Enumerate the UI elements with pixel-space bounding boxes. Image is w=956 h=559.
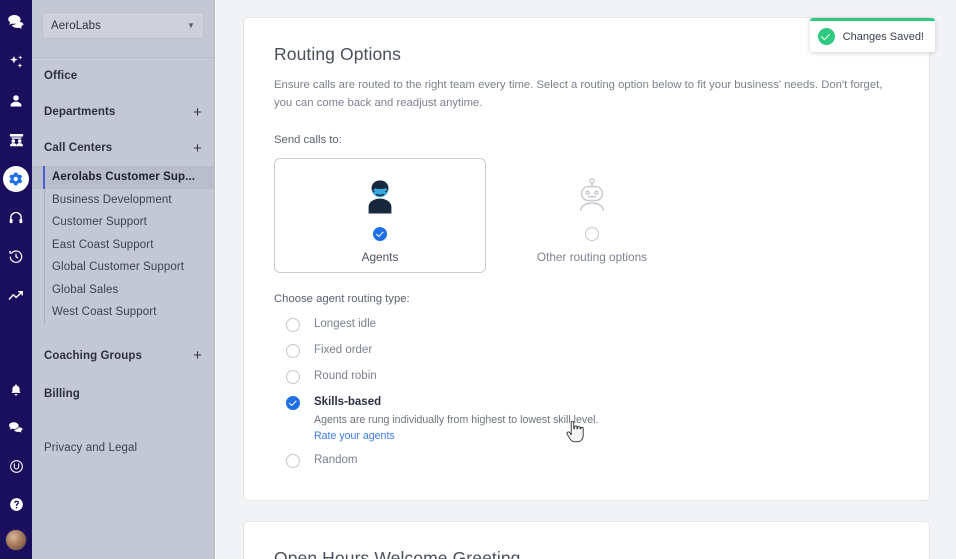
robot-bot-icon: [576, 175, 608, 219]
sidebar-item-office-label: Office: [44, 70, 78, 82]
ai-sparkle-icon[interactable]: [3, 49, 29, 75]
person-icon[interactable]: [3, 88, 29, 114]
sidebar-item-privacy-legal-label: Privacy and Legal: [44, 441, 138, 454]
sidebar-item-billing[interactable]: Billing: [32, 376, 214, 412]
call-center-name: East Coast Support: [52, 238, 154, 251]
rate-your-agents-link[interactable]: Rate your agents: [314, 430, 395, 442]
routing-type-longest-idle[interactable]: Longest idle: [274, 317, 899, 332]
list-item[interactable]: Business Development: [32, 188, 214, 212]
list-item[interactable]: Global Sales: [32, 278, 214, 302]
routing-tile-other-label: Other routing options: [536, 250, 648, 264]
routing-type-body: Random: [314, 453, 357, 467]
u-badge-icon[interactable]: [3, 453, 29, 479]
send-calls-to-label: Send calls to:: [274, 134, 342, 146]
routing-options-card: Routing Options Ensure calls are routed …: [243, 17, 930, 501]
toast-message: Changes Saved!: [842, 30, 924, 43]
org-switcher-bar: AeroLabs ▼: [32, 0, 214, 57]
routing-destination-tiles: Agents Other routing options: [274, 158, 899, 273]
check-circle-icon: [817, 28, 835, 45]
add-coaching-group-icon[interactable]: +: [193, 348, 202, 363]
agent-routing-type-radio-group: Longest idle Fixed order Round robin Ski…: [274, 317, 899, 468]
analytics-trend-icon[interactable]: [3, 283, 29, 309]
org-select-value: AeroLabs: [51, 19, 102, 32]
routing-type-description: Agents are rung individually from highes…: [314, 414, 599, 426]
routing-type-fixed-order[interactable]: Fixed order: [274, 343, 899, 358]
bell-icon[interactable]: [3, 377, 29, 403]
routing-type-label: Fixed order: [314, 344, 373, 356]
sidebar-item-call-centers[interactable]: Call Centers +: [32, 130, 214, 166]
routing-tile-agents[interactable]: Agents: [274, 158, 486, 273]
routing-type-radio[interactable]: [286, 370, 300, 384]
chevron-down-icon: ▼: [186, 21, 195, 30]
list-item[interactable]: West Coast Support: [32, 301, 214, 324]
org-select-dropdown[interactable]: AeroLabs ▼: [42, 12, 204, 39]
call-center-name: Aerolabs Customer Sup...: [52, 171, 195, 184]
sidebar-item-departments[interactable]: Departments +: [32, 94, 214, 130]
routing-type-label: Skills-based: [314, 396, 382, 408]
rail-top-group: [3, 10, 29, 309]
routing-card-description: Ensure calls are routed to the right tea…: [274, 79, 883, 109]
routing-type-round-robin[interactable]: Round robin: [274, 369, 899, 384]
logo-icon[interactable]: [3, 10, 29, 36]
user-avatar[interactable]: [5, 529, 27, 551]
list-item[interactable]: Aerolabs Customer Sup...: [32, 166, 214, 189]
help-icon[interactable]: [3, 491, 29, 517]
routing-type-body: Skills-based Agents are rung individuall…: [314, 395, 598, 444]
routing-type-random[interactable]: Random: [274, 453, 899, 468]
routing-tile-other-radio[interactable]: [585, 227, 599, 241]
primary-nav-rail: [0, 0, 32, 559]
person-avatar-icon: [363, 175, 397, 219]
chat-bubbles-icon[interactable]: [3, 415, 29, 441]
routing-type-body: Longest idle: [314, 317, 376, 331]
secondary-sidebar: AeroLabs ▼ Office Departments + Call Cen…: [32, 0, 215, 559]
sidebar-item-coaching-groups[interactable]: Coaching Groups +: [32, 338, 214, 374]
sidebar-item-departments-label: Departments: [44, 106, 116, 118]
headset-icon[interactable]: [3, 205, 29, 231]
routing-type-body: Fixed order: [314, 343, 372, 357]
open-hours-greeting-title: Open Hours Welcome Greeting: [274, 548, 521, 559]
gear-icon[interactable]: [3, 166, 29, 192]
page-title: Routing Options: [274, 44, 401, 64]
sidebar-item-privacy-legal[interactable]: Privacy and Legal: [32, 430, 214, 466]
list-item[interactable]: East Coast Support: [32, 233, 214, 257]
routing-card-inner: Routing Options Ensure calls are routed …: [244, 18, 929, 468]
call-center-name: Global Customer Support: [52, 261, 185, 274]
routing-type-radio[interactable]: [286, 454, 300, 468]
add-department-icon[interactable]: +: [193, 105, 202, 120]
routing-type-skills-based[interactable]: Skills-based Agents are rung individuall…: [274, 395, 899, 444]
status-toast[interactable]: Changes Saved!: [809, 18, 935, 52]
add-call-center-icon[interactable]: +: [193, 141, 202, 156]
routing-tile-agents-label: Agents: [361, 250, 399, 264]
routing-type-radio[interactable]: [286, 344, 300, 358]
routing-tile-other[interactable]: Other routing options: [486, 158, 698, 273]
rail-bottom-group: [3, 377, 29, 551]
history-clock-icon[interactable]: [3, 244, 29, 270]
open-hours-greeting-card: Open Hours Welcome Greeting: [243, 521, 930, 559]
sidebar-nav-list[interactable]: Office Departments + Call Centers + Aero…: [32, 57, 214, 559]
sidebar-item-call-centers-label: Call Centers: [44, 142, 113, 154]
call-center-name: Business Development: [52, 193, 172, 206]
routing-type-radio[interactable]: [286, 396, 300, 410]
call-center-name: Customer Support: [52, 216, 147, 229]
routing-type-radio[interactable]: [286, 318, 300, 332]
routing-tile-agents-radio[interactable]: [373, 227, 387, 241]
sidebar-item-billing-label: Billing: [44, 387, 80, 400]
routing-type-label: Round robin: [314, 370, 377, 382]
routing-type-label: Longest idle: [314, 318, 377, 330]
routing-type-body: Round robin: [314, 369, 377, 383]
list-item[interactable]: Global Customer Support: [32, 256, 214, 279]
list-item[interactable]: Customer Support: [32, 211, 214, 234]
routing-type-label: Random: [314, 454, 358, 466]
call-center-name: West Coast Support: [52, 306, 157, 319]
call-center-name: Global Sales: [52, 283, 119, 296]
call-center-list: Aerolabs Customer Sup... Business Develo…: [32, 166, 214, 324]
sidebar-item-office[interactable]: Office: [32, 58, 214, 94]
main-content: A Routing Options Ensure calls are route…: [216, 0, 956, 559]
agent-routing-type-label: Choose agent routing type:: [274, 293, 410, 305]
sidebar-item-coaching-groups-label: Coaching Groups: [44, 349, 142, 362]
meetings-icon[interactable]: [3, 127, 29, 153]
app-root: AeroLabs ▼ Office Departments + Call Cen…: [0, 0, 956, 559]
